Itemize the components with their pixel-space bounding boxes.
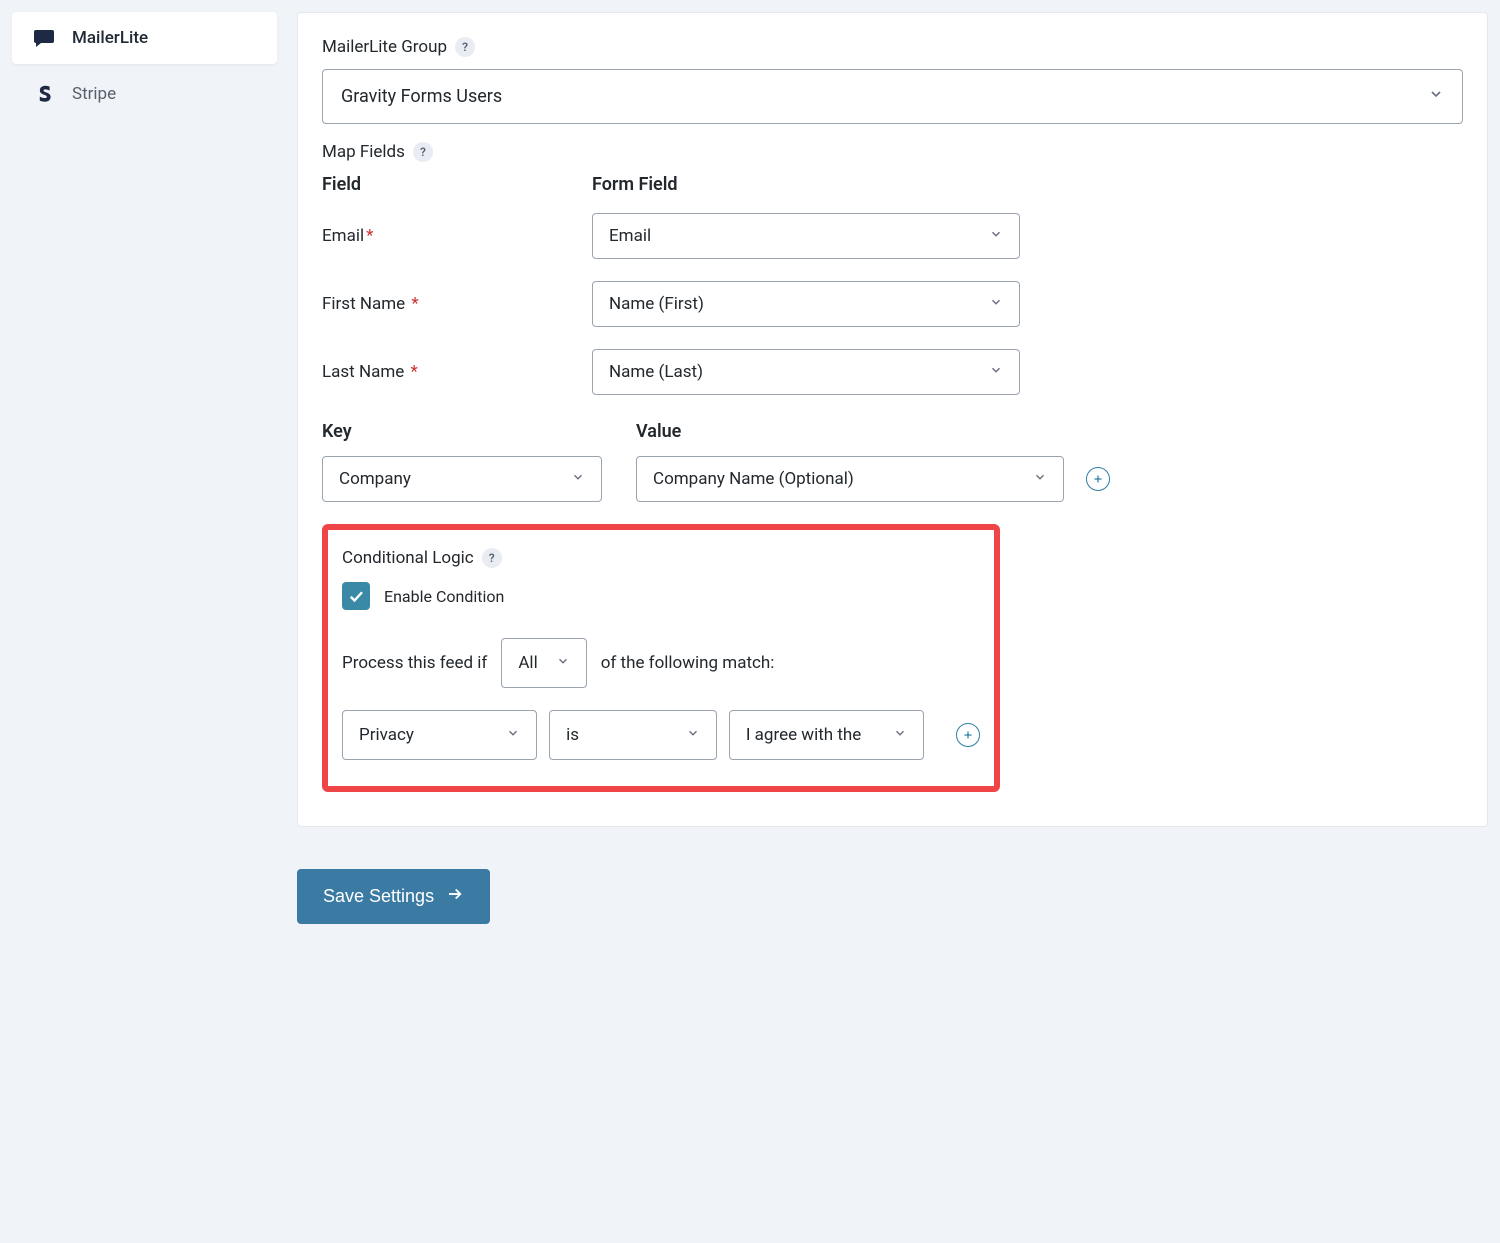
conditional-title: Conditional Logic xyxy=(342,548,474,568)
select-value: Email xyxy=(609,226,651,246)
kv-key-select[interactable]: Company xyxy=(322,456,602,502)
field-header: Field xyxy=(322,174,592,195)
arrow-right-icon xyxy=(446,885,464,908)
save-button-label: Save Settings xyxy=(323,886,434,907)
condition-field-select[interactable]: Privacy xyxy=(342,710,537,760)
form-field-header: Form Field xyxy=(592,174,1020,195)
help-icon[interactable]: ? xyxy=(413,142,433,162)
map-field-label: Email* xyxy=(322,226,592,246)
sidebar-item-label: MailerLite xyxy=(72,28,148,48)
select-value: Name (Last) xyxy=(609,362,703,382)
sidebar-item-stripe[interactable]: Stripe xyxy=(12,68,277,120)
sidebar: MailerLite Stripe xyxy=(12,12,277,924)
kv-value-select[interactable]: Company Name (Optional) xyxy=(636,456,1064,502)
map-field-label: Last Name * xyxy=(322,362,592,382)
main-panel: MailerLite Group ? Gravity Forms Users M… xyxy=(297,12,1488,827)
enable-condition-label: Enable Condition xyxy=(384,587,504,606)
condition-value-select[interactable]: I agree with the xyxy=(729,710,924,760)
chevron-down-icon xyxy=(686,725,700,745)
conditional-logic-box: Conditional Logic ? Enable Condition Pro… xyxy=(322,524,1000,792)
map-field-select-email[interactable]: Email xyxy=(592,213,1020,259)
stripe-icon xyxy=(32,82,56,106)
select-value: All xyxy=(518,653,537,673)
sidebar-item-mailerlite[interactable]: MailerLite xyxy=(12,12,277,64)
save-settings-button[interactable]: Save Settings xyxy=(297,869,490,924)
add-condition-button[interactable] xyxy=(956,723,980,747)
chat-icon xyxy=(32,26,56,50)
map-fields-label: Map Fields xyxy=(322,142,405,162)
chevron-down-icon xyxy=(893,725,907,745)
value-header: Value xyxy=(636,421,1064,442)
chevron-down-icon xyxy=(506,725,520,745)
condition-pre-text: Process this feed if xyxy=(342,653,487,673)
chevron-down-icon xyxy=(556,653,570,673)
condition-operator-select[interactable]: is xyxy=(549,710,717,760)
map-field-select-lastname[interactable]: Name (Last) xyxy=(592,349,1020,395)
condition-mode-select[interactable]: All xyxy=(501,638,586,688)
chevron-down-icon xyxy=(989,226,1003,246)
map-field-select-firstname[interactable]: Name (First) xyxy=(592,281,1020,327)
sidebar-item-label: Stripe xyxy=(72,84,116,104)
enable-condition-checkbox[interactable] xyxy=(342,582,370,610)
help-icon[interactable]: ? xyxy=(455,37,475,57)
group-select[interactable]: Gravity Forms Users xyxy=(322,69,1463,124)
select-value: Name (First) xyxy=(609,294,704,314)
select-value: I agree with the xyxy=(746,725,861,745)
select-value: is xyxy=(566,725,579,745)
chevron-down-icon xyxy=(1033,469,1047,489)
condition-post-text: of the following match: xyxy=(601,653,775,673)
group-select-value: Gravity Forms Users xyxy=(341,86,502,107)
map-field-label: First Name * xyxy=(322,294,592,314)
select-value: Company xyxy=(339,469,411,489)
key-header: Key xyxy=(322,421,602,442)
add-kv-button[interactable] xyxy=(1086,467,1110,491)
chevron-down-icon xyxy=(989,362,1003,382)
select-value: Company Name (Optional) xyxy=(653,469,854,489)
help-icon[interactable]: ? xyxy=(482,548,502,568)
group-label: MailerLite Group xyxy=(322,37,447,57)
chevron-down-icon xyxy=(1428,86,1444,107)
chevron-down-icon xyxy=(571,469,585,489)
chevron-down-icon xyxy=(989,294,1003,314)
select-value: Privacy xyxy=(359,725,414,745)
